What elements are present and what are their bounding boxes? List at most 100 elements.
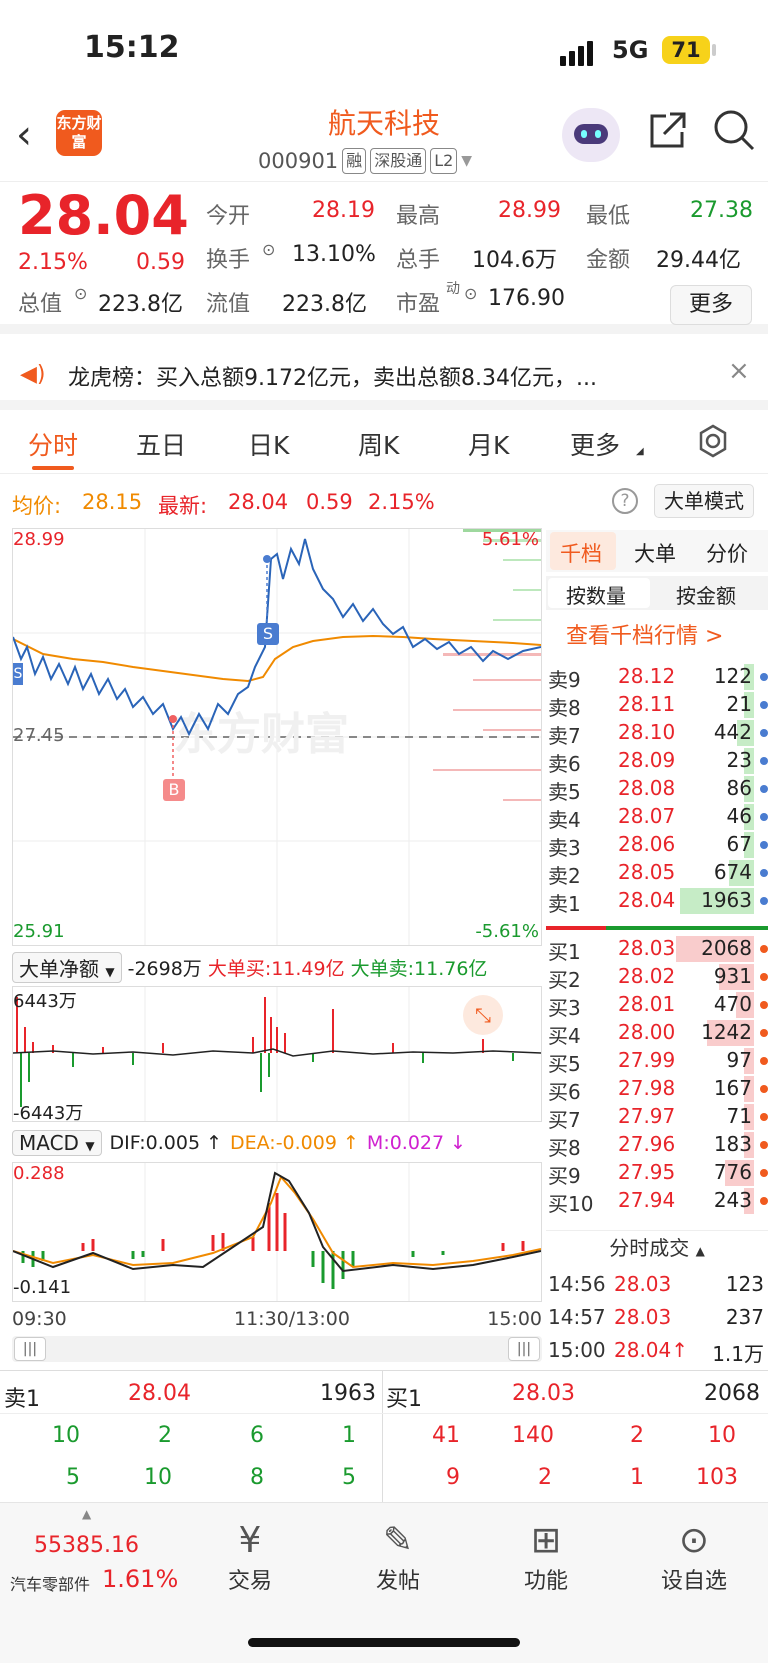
ask-row[interactable]: 卖5 28.08 86 xyxy=(546,774,768,804)
bid-label: 买8 xyxy=(548,1136,581,1160)
bid-volume: 183 xyxy=(713,1132,752,1156)
chevron-down-icon: ▼ xyxy=(461,153,473,169)
intraday-chart[interactable]: 东方财富 28.99 5.61% 27.45 25.91 -5.61% B S … xyxy=(12,528,542,946)
ask-row[interactable]: 卖1 28.04 1963 xyxy=(546,886,768,916)
share-icon[interactable] xyxy=(646,110,688,156)
trade-button[interactable]: ¥ 交易 xyxy=(200,1519,300,1595)
change-pct: 2.15% xyxy=(18,250,88,275)
bid-price: 27.98 xyxy=(618,1076,676,1100)
ask-dot-icon xyxy=(760,757,768,765)
bid-row[interactable]: 买8 27.96 183 xyxy=(546,1130,768,1160)
ask-row[interactable]: 卖4 28.07 46 xyxy=(546,802,768,832)
function-button[interactable]: ⊞ 功能 xyxy=(496,1519,596,1595)
macd-select[interactable]: MACD ▼ xyxy=(12,1130,102,1156)
tab-5day[interactable]: 五日 xyxy=(136,426,186,462)
sector-name[interactable]: 汽车零部件 xyxy=(10,1571,90,1595)
buy-marker[interactable]: B xyxy=(163,779,185,801)
bid-row[interactable]: 买5 27.99 97 xyxy=(546,1046,768,1076)
tab-more[interactable]: 更多 xyxy=(570,426,620,462)
tab-by-amount[interactable]: 按金额 xyxy=(676,580,736,609)
ask-label: 卖6 xyxy=(548,752,581,776)
chart-scrollbar[interactable]: ||| ||| xyxy=(12,1336,542,1362)
post-button[interactable]: ✎ 发帖 xyxy=(348,1519,448,1595)
help-icon[interactable]: ? xyxy=(612,488,638,514)
ask-row[interactable]: 卖9 28.12 122 xyxy=(546,662,768,692)
info-icon[interactable]: ⊙ xyxy=(74,284,87,303)
bid-label: 买9 xyxy=(548,1164,581,1188)
ask-label: 卖1 xyxy=(548,892,581,916)
sell-marker[interactable]: S xyxy=(257,623,279,645)
ask-row[interactable]: 卖7 28.10 442 xyxy=(546,718,768,748)
bid-row[interactable]: 买2 28.02 931 xyxy=(546,962,768,992)
net-min-label: -6443万 xyxy=(13,1103,84,1124)
period-tabs: 分时 五日 日K 周K 月K 更多 ◢ xyxy=(0,410,768,474)
tab-daily-k[interactable]: 日K xyxy=(248,426,289,462)
macd-chart[interactable]: 0.288 -0.141 xyxy=(12,1162,542,1302)
tab-block[interactable]: 大单 xyxy=(634,538,676,568)
ask-dot-icon xyxy=(760,701,768,709)
scroll-handle-left[interactable]: ||| xyxy=(14,1337,46,1361)
book-bid-price: 28.03 xyxy=(512,1381,575,1406)
tab-price-dist[interactable]: 分价 xyxy=(706,538,748,568)
info-icon[interactable]: ⊙ xyxy=(262,240,275,259)
ask-row[interactable]: 卖2 28.05 674 xyxy=(546,858,768,888)
scroll-handle-right[interactable]: ||| xyxy=(508,1337,540,1361)
tab-monthly-k[interactable]: 月K xyxy=(468,426,509,462)
caret-up-icon: ▲ xyxy=(82,1507,92,1521)
bid-dot-icon xyxy=(760,1001,768,1009)
bid-row[interactable]: 买10 27.94 243 xyxy=(546,1186,768,1216)
gear-icon[interactable] xyxy=(696,424,730,462)
bid-row[interactable]: 买3 28.01 470 xyxy=(546,990,768,1020)
ask-row[interactable]: 卖6 28.09 23 xyxy=(546,746,768,776)
depth-link[interactable]: 查看千档行情 > xyxy=(566,618,723,650)
last-price: 28.04 xyxy=(18,184,189,247)
search-icon[interactable] xyxy=(712,108,756,156)
last-value: 28.04 xyxy=(228,490,289,514)
tab-weekly-k[interactable]: 周K xyxy=(358,426,399,462)
float-value: 223.8亿 xyxy=(282,292,367,317)
bid-row[interactable]: 买9 27.95 776 xyxy=(546,1158,768,1188)
tab-depth[interactable]: 千档 xyxy=(560,538,602,568)
bid-label: 买1 xyxy=(548,940,581,964)
trade-price: 28.03 xyxy=(614,1305,672,1329)
tab-by-volume[interactable]: 按数量 xyxy=(566,580,626,609)
index-value[interactable]: 55385.16 xyxy=(34,1533,139,1558)
ask-row[interactable]: 卖3 28.06 67 xyxy=(546,830,768,860)
bid-volume: 71 xyxy=(726,1104,752,1128)
ask-row[interactable]: 卖8 28.11 21 xyxy=(546,690,768,720)
indicator-select[interactable]: 大单净额 ▼ xyxy=(12,951,122,983)
ask-label: 卖2 xyxy=(548,864,581,888)
bid-label: 买7 xyxy=(548,1108,581,1132)
more-button[interactable]: 更多 xyxy=(670,285,752,325)
ask-volume: 46 xyxy=(726,804,752,828)
order-book-panel: 千档 大单 分价 按数量 按金额 查看千档行情 > 卖9 28.12 122 卖8 28… xyxy=(546,530,768,1370)
bid-dot-icon xyxy=(760,1197,768,1205)
bid-row[interactable]: 买6 27.98 167 xyxy=(546,1074,768,1104)
queue-order: 8 xyxy=(250,1465,264,1490)
bid-row[interactable]: 买7 27.97 71 xyxy=(546,1102,768,1132)
trade-row: 15:00 28.04↑ 1.1万 xyxy=(546,1336,768,1366)
stock-code-row[interactable]: 000901 融 深股通 L2 ▼ xyxy=(258,148,472,174)
sell-marker-left[interactable]: S xyxy=(13,663,23,685)
status-time: 15:12 xyxy=(84,30,180,65)
watchlist-button[interactable]: ⊙ 设自选 xyxy=(644,1519,744,1595)
block-mode-button[interactable]: 大单模式 xyxy=(654,484,754,518)
net-block-chart[interactable]: 6443万 -6443万 ⤡ xyxy=(12,986,542,1124)
news-banner[interactable]: ◀) 龙虎榜：买入总额9.172亿元，卖出总额8.34亿元，... × xyxy=(0,342,768,410)
queue-order: 10 xyxy=(52,1423,80,1448)
function-label: 功能 xyxy=(523,1569,568,1594)
quote-panel: 28.04 2.15% 0.59 今开 28.19 最高 28.99 最低 27… xyxy=(0,182,768,334)
close-icon[interactable]: × xyxy=(728,356,750,386)
bid-row[interactable]: 买1 28.03 2068 xyxy=(546,934,768,964)
trades-header[interactable]: 分时成交 ▲ xyxy=(546,1230,768,1266)
margin-tag: 融 xyxy=(342,148,367,174)
tab-intraday[interactable]: 分时 xyxy=(28,426,78,462)
info-icon[interactable]: ⊙ xyxy=(464,284,477,303)
change-pct: 2.15% xyxy=(368,490,435,514)
volume-label: 总手 xyxy=(396,248,441,273)
queue-order: 10 xyxy=(708,1423,736,1448)
bid-row[interactable]: 买4 28.00 1242 xyxy=(546,1018,768,1048)
expand-icon[interactable]: ⤡ xyxy=(463,995,503,1035)
assistant-avatar[interactable] xyxy=(562,108,620,162)
ask-label: 卖3 xyxy=(548,836,581,860)
